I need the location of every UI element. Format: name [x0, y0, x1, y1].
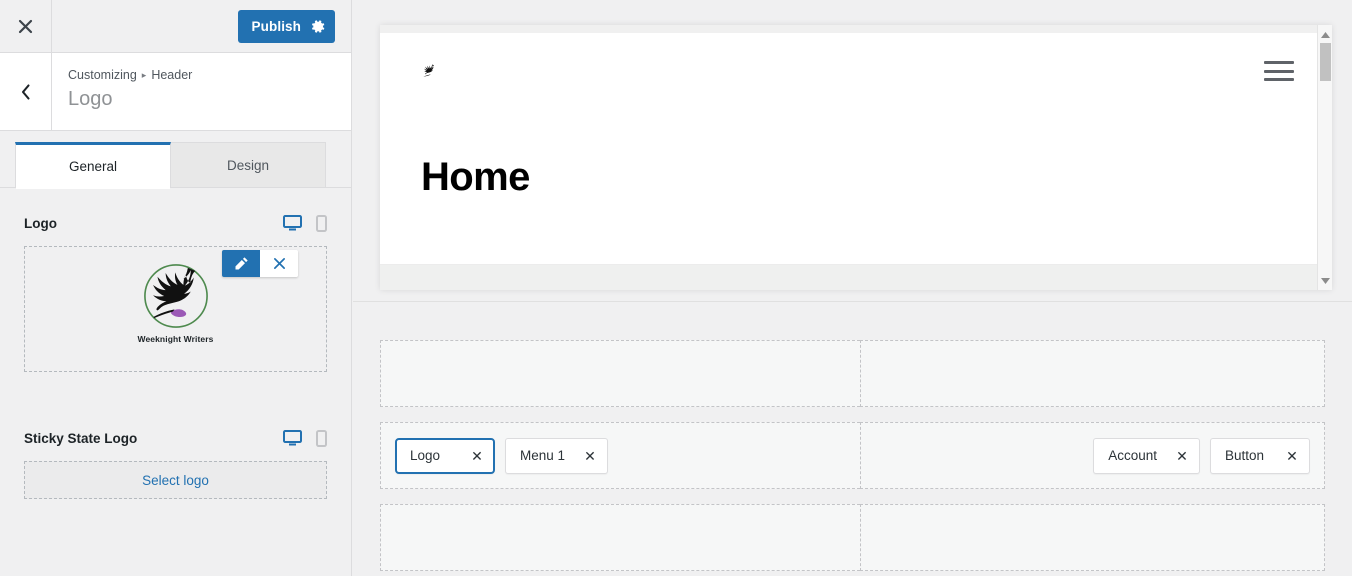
- site-admin-strip: [380, 25, 1332, 33]
- tab-design-label: Design: [226, 158, 270, 173]
- preview-scrollbar[interactable]: [1317, 25, 1332, 290]
- control-sticky-state-logo: Sticky State Logo Select logo: [24, 372, 327, 499]
- device-toggle-group-logo: [283, 214, 327, 232]
- select-logo-label: Select logo: [142, 472, 209, 488]
- desktop-icon[interactable]: [283, 215, 302, 231]
- page-title: Logo: [68, 88, 113, 110]
- back-button[interactable]: [0, 53, 52, 130]
- builder-row-main: Logo ✕ Menu 1 ✕ Account ✕ Button ✕: [380, 422, 1325, 489]
- select-logo-button[interactable]: Select logo: [24, 461, 327, 499]
- builder-dropzone-main-right[interactable]: Account ✕ Button ✕: [860, 422, 1325, 489]
- edit-logo-button[interactable]: [222, 250, 260, 277]
- site-preview-frame: Home: [380, 25, 1332, 290]
- panel-title-text: Customizing ▸ Header Logo: [52, 53, 351, 130]
- breadcrumb-root: Customizing: [68, 68, 137, 82]
- preview-scrollbar-thumb[interactable]: [1320, 43, 1331, 81]
- remove-logo-button[interactable]: [260, 250, 298, 277]
- logo-wordmark: Weeknight Writers: [137, 334, 214, 344]
- control-list: Logo Weeknight Writers Sticky State Logo…: [0, 188, 351, 576]
- mobile-icon[interactable]: [316, 429, 327, 447]
- device-toggle-group-sticky-logo: [283, 429, 327, 447]
- remove-account-item-button[interactable]: ✕: [1171, 445, 1193, 467]
- builder-item-menu-1-label: Menu 1: [520, 448, 566, 463]
- customizer-panel: Publish Customizing ▸ Header Logo Genera…: [0, 0, 352, 576]
- control-sticky-logo-label: Sticky State Logo: [24, 430, 138, 446]
- builder-item-account[interactable]: Account ✕: [1093, 437, 1200, 474]
- tab-design[interactable]: Design: [170, 142, 326, 188]
- builder-item-logo-label: Logo: [410, 448, 441, 463]
- builder-item-account-label: Account: [1108, 448, 1157, 463]
- builder-dropzone-top-left[interactable]: [380, 340, 860, 407]
- builder-dropzone-top-right[interactable]: [860, 340, 1325, 407]
- logo-image: Weeknight Writers: [137, 259, 215, 359]
- customizer-header-bar: Publish: [0, 0, 351, 53]
- tab-general-label: General: [68, 159, 118, 174]
- raven-logo-icon: [143, 264, 208, 328]
- site-hero: Home: [380, 105, 1332, 199]
- remove-logo-item-button[interactable]: ✕: [466, 445, 488, 467]
- customizer-app: Publish Customizing ▸ Header Logo Genera…: [0, 0, 1352, 576]
- mobile-icon[interactable]: [316, 214, 327, 232]
- breadcrumb-separator-icon: ▸: [141, 70, 147, 80]
- control-logo: Logo Weeknight Writers: [24, 188, 327, 372]
- remove-button-item-button[interactable]: ✕: [1281, 445, 1303, 467]
- breadcrumb-section: Header: [151, 68, 193, 82]
- control-logo-header: Logo: [24, 212, 327, 234]
- close-icon: [273, 258, 285, 269]
- builder-dropzone-bottom-left[interactable]: [380, 504, 860, 571]
- raven-logo-icon[interactable]: [421, 61, 438, 81]
- preview-area: Home Logo ✕ Menu 1 ✕ Account ✕ Button ✕: [353, 0, 1352, 576]
- logo-preview-box: Weeknight Writers: [24, 246, 327, 372]
- builder-item-logo[interactable]: Logo ✕: [395, 437, 495, 474]
- scroll-up-arrow-icon[interactable]: [1318, 27, 1332, 42]
- gear-icon: [311, 20, 324, 33]
- tab-bar: General Design: [0, 142, 351, 189]
- builder-item-button-label: Button: [1225, 448, 1265, 463]
- publish-settings-button[interactable]: [301, 10, 335, 43]
- site-page-heading: Home: [421, 155, 530, 199]
- builder-dropzone-main-left[interactable]: Logo ✕ Menu 1 ✕: [380, 422, 860, 489]
- publish-button-label: Publish: [251, 18, 301, 34]
- builder-row-bottom: [380, 504, 1325, 571]
- breadcrumb: Customizing ▸ Header: [68, 67, 351, 83]
- tab-general[interactable]: General: [15, 142, 171, 189]
- site-header: [380, 33, 1332, 105]
- logo-action-buttons: [222, 250, 298, 277]
- remove-menu-1-item-button[interactable]: ✕: [579, 445, 601, 467]
- panel-title-row: Customizing ▸ Header Logo: [0, 53, 351, 131]
- close-icon: [18, 19, 33, 33]
- builder-item-menu-1[interactable]: Menu 1 ✕: [505, 437, 609, 474]
- site-content-strip: [380, 264, 1332, 290]
- builder-item-button[interactable]: Button ✕: [1210, 437, 1310, 474]
- pencil-edit-icon: [235, 257, 248, 270]
- hamburger-menu-icon[interactable]: [1264, 61, 1294, 81]
- control-logo-label: Logo: [24, 215, 57, 231]
- publish-button[interactable]: Publish: [237, 10, 335, 43]
- chevron-left-icon: [21, 83, 30, 100]
- builder-dropzone-bottom-right[interactable]: [860, 504, 1325, 571]
- header-builder: Logo ✕ Menu 1 ✕ Account ✕ Button ✕: [353, 301, 1352, 576]
- control-sticky-logo-header: Sticky State Logo: [24, 427, 327, 449]
- builder-row-top: [380, 340, 1325, 407]
- desktop-icon[interactable]: [283, 430, 302, 446]
- scroll-down-arrow-icon[interactable]: [1318, 273, 1332, 288]
- close-customizer-button[interactable]: [0, 0, 52, 52]
